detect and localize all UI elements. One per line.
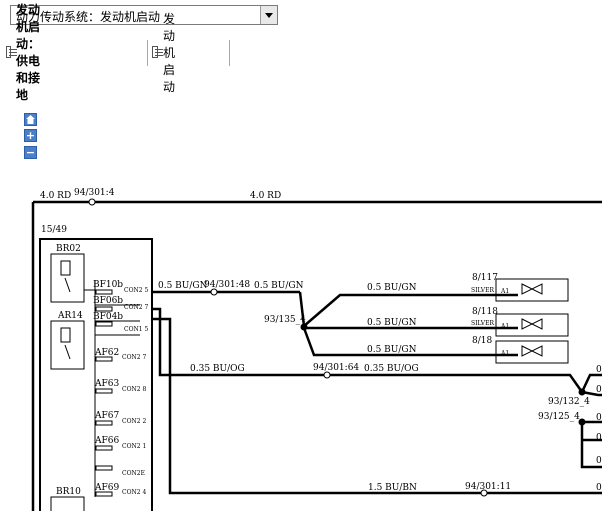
wire-label: 1.5 BU/BN [368, 483, 417, 493]
fuse-label: AF69 [94, 483, 119, 493]
wire-label: 0.35 BU/OG [190, 364, 245, 374]
fuse-symbol [95, 420, 113, 426]
relay-label: AR14 [57, 311, 83, 321]
edge-label: 0 [596, 385, 602, 395]
pin-label: CON2E [122, 470, 145, 477]
component-label: 8/117 [472, 273, 498, 283]
coil-icon [521, 345, 543, 357]
pin-label: CON2 4 [122, 489, 146, 496]
edge-label: 0 [596, 456, 602, 466]
fuse-symbol [95, 321, 113, 327]
splice-label: 93/132_4 [548, 397, 590, 407]
pin-label: CON2 8 [122, 386, 146, 393]
silver-label: SILVER [471, 320, 494, 327]
connector-icon[interactable] [88, 198, 96, 206]
edge-label: 0 [596, 483, 602, 493]
relay-coil-icon [60, 260, 71, 276]
fuse-label: AF67 [94, 411, 119, 421]
fuse-symbol [95, 289, 113, 295]
component-label: 8/118 [472, 307, 498, 317]
relay-contact [64, 344, 71, 360]
edge-label: 0 [596, 365, 602, 375]
relay-coil-icon [60, 327, 71, 343]
silver-label: SILVER [471, 287, 494, 294]
connector-label: 94/301:4 [74, 188, 115, 198]
fuse-box-label: 15/49 [41, 225, 67, 235]
wire-label: 0.5 BU/GN [254, 281, 304, 291]
fuse-symbol [95, 388, 113, 394]
wire-label: 0.5 BU/GN [158, 281, 208, 291]
fuse-symbol [95, 445, 113, 451]
coil-icon [521, 318, 543, 330]
wire-label: 4.0 RD [250, 191, 281, 201]
fuse-symbol [95, 306, 113, 312]
wire-label: 0.35 BU/OG [364, 364, 419, 374]
edge-label: 0 [596, 413, 602, 423]
a1-label: A1 [500, 288, 509, 295]
splice-label: 93/135_4 [264, 315, 306, 325]
edge-label: 0 [596, 433, 602, 443]
pin-label: CON2 2 [122, 418, 146, 425]
fuse-symbol [95, 465, 113, 471]
component-label: 8/18 [472, 336, 492, 346]
wire-label: 0.5 BU/GN [367, 318, 417, 328]
fuse-label: AF62 [94, 348, 119, 358]
coil-icon [521, 283, 543, 295]
wire-label: 0.5 BU/GN [367, 283, 417, 293]
a1-label: A1 [500, 323, 509, 330]
pin-label: CON2 1 [122, 443, 146, 450]
fuse-label: BF06b [93, 296, 123, 306]
wiring-diagram[interactable]: 4.0 RD 94/301:4 4.0 RD 15/49 BR02 AR14 B… [0, 0, 602, 511]
wire-label: 0.5 BU/GN [367, 345, 417, 355]
relay-label: BR10 [56, 487, 81, 497]
relay-br10 [50, 496, 85, 511]
fuse-label: AF66 [94, 436, 119, 446]
connector-label: 94/301:48 [204, 280, 250, 290]
fuse-label: BF10b [93, 280, 123, 290]
pin-label: CON2 7 [124, 304, 148, 311]
relay-label: BR02 [56, 244, 81, 254]
splice-label: 93/125_4 [538, 412, 580, 422]
fuse-label: AF63 [94, 379, 119, 389]
pin-label: CON2 5 [124, 287, 148, 294]
a1-label: A1 [500, 350, 509, 357]
wire-label: 4.0 RD [40, 191, 71, 201]
connector-label: 94/301:11 [465, 482, 511, 492]
connector-label: 94/301:64 [313, 363, 359, 373]
splice-icon[interactable] [578, 388, 586, 396]
fuse-label: BF04b [93, 312, 123, 322]
pin-label: CON2 7 [122, 354, 146, 361]
pin-label: CON1 5 [124, 326, 148, 333]
relay-contact [64, 277, 71, 293]
